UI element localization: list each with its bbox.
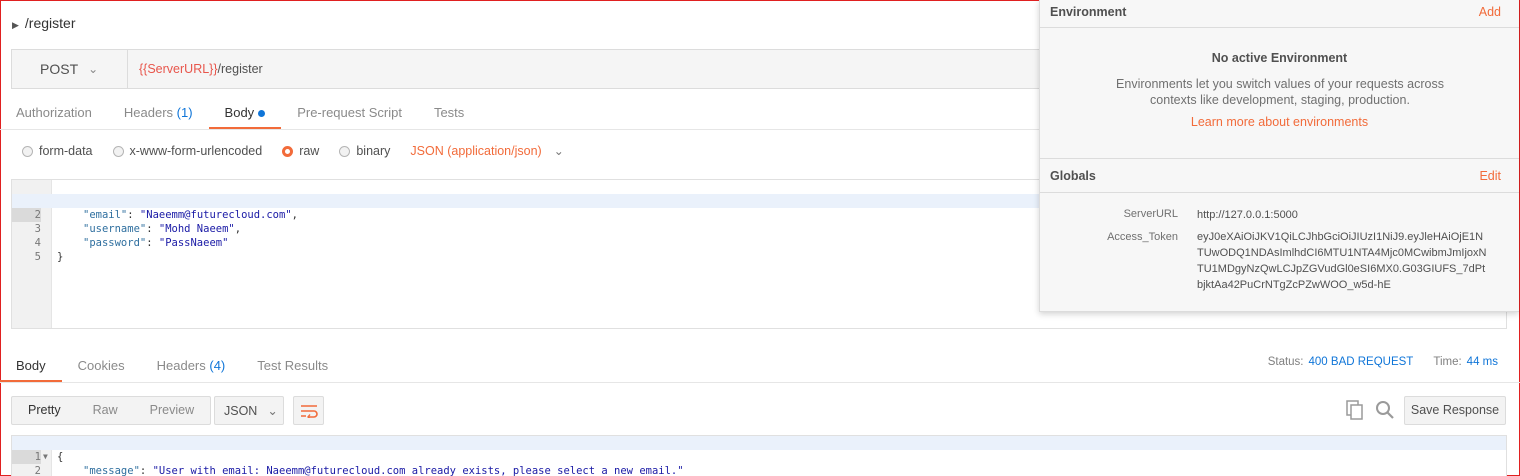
tab-body[interactable]: Body <box>208 100 282 130</box>
tab-label: Headers <box>156 358 206 373</box>
url-bar: POST ⌄ {{ServerURL}}/register <box>11 49 1111 89</box>
line-number: 5 <box>34 251 41 263</box>
global-value: http://127.0.0.1:5000 <box>1197 209 1298 221</box>
code-line: 1▼{ <box>12 436 1506 464</box>
edit-globals-link[interactable]: Edit <box>1479 169 1501 183</box>
response-tabs: Body Cookies Headers (4) Test Results <box>0 351 344 383</box>
environment-panel: Environment Add No active Environment En… <box>1039 0 1519 312</box>
global-key: Access_Token <box>1107 231 1178 243</box>
tab-test-results[interactable]: Test Results <box>241 351 344 383</box>
request-title-text: /register <box>24 15 76 31</box>
wrap-lines-icon <box>300 404 318 418</box>
status-value[interactable]: 400 BAD REQUEST <box>1309 356 1414 368</box>
code-line: 3} <box>12 464 1506 476</box>
chevron-down-icon: ⌄ <box>267 404 278 418</box>
response-view-toggle: Pretty Raw Preview <box>11 396 212 425</box>
radio-label: form-data <box>39 144 93 158</box>
format-label: JSON <box>224 403 258 418</box>
global-value: eyJ0eXAiOiJKV1QiLCJhbGciOiJIUzI1NiJ9.eyJ… <box>1197 231 1487 291</box>
radio-label: raw <box>299 144 320 158</box>
search-icon[interactable] <box>1375 400 1395 420</box>
caret-right-icon[interactable]: ▶ <box>12 20 19 30</box>
tab-label: Test Results <box>257 358 329 373</box>
url-path: /register <box>217 62 263 76</box>
url-input[interactable]: {{ServerURL}}/register <box>139 50 263 88</box>
status-label: Status: <box>1267 356 1304 368</box>
radio-selected-icon <box>282 145 294 157</box>
response-body-viewer[interactable]: 1 ▼{ 2 "message": "User with email: Naeemm… <box>11 435 1507 476</box>
chevron-down-icon: ⌄ <box>88 62 99 76</box>
tab-label: Tests <box>433 105 465 120</box>
tab-response-headers[interactable]: Headers (4) <box>141 351 242 383</box>
response-format-select[interactable]: JSON ⌄ <box>214 396 284 425</box>
globals-header: Globals Edit <box>1040 158 1519 193</box>
radio-label: x-www-form-urlencoded <box>129 144 263 158</box>
view-preview-button[interactable]: Preview <box>134 397 210 424</box>
save-response-button[interactable]: Save Response <box>1404 396 1506 425</box>
environment-description: Environments let you switch values of yo… <box>1116 77 1444 107</box>
tab-tests[interactable]: Tests <box>418 100 480 130</box>
tab-response-body[interactable]: Body <box>0 351 62 383</box>
view-raw-button[interactable]: Raw <box>77 397 134 424</box>
tab-label: Pre-request Script <box>297 105 402 120</box>
chevron-down-icon: ⌄ <box>553 144 564 158</box>
time-label: Time: <box>1433 356 1462 368</box>
code-line: 2 "message": "User with email: Naeemm@fut… <box>12 450 1506 476</box>
time-value[interactable]: 44 ms <box>1467 356 1498 368</box>
tab-pre-request-script[interactable]: Pre-request Script <box>281 100 418 130</box>
radio-circle-icon <box>112 145 124 157</box>
tab-count: (1) <box>176 105 193 120</box>
method-label: POST <box>40 61 79 77</box>
tab-headers[interactable]: Headers (1) <box>108 100 209 130</box>
tab-label: Authorization <box>16 105 92 120</box>
code-text: } <box>57 251 64 263</box>
radio-circle-icon <box>339 145 351 157</box>
view-pretty-button[interactable]: Pretty <box>12 397 77 424</box>
tab-label: Cookies <box>77 358 125 373</box>
request-title[interactable]: ▶ /register <box>12 15 76 31</box>
radio-label: binary <box>356 144 391 158</box>
radio-urlencoded[interactable]: x-www-form-urlencoded <box>112 144 263 158</box>
radio-circle-icon <box>22 145 33 157</box>
body-type-selector: form-data x-www-form-urlencoded raw bina… <box>22 144 564 158</box>
tab-authorization[interactable]: Authorization <box>0 100 108 130</box>
add-environment-link[interactable]: Add <box>1479 5 1501 19</box>
content-type-label: JSON (application/json) <box>410 144 542 158</box>
copy-icon[interactable] <box>1346 400 1364 420</box>
global-key: ServerURL <box>1123 208 1178 220</box>
tabs-divider <box>0 129 1040 130</box>
globals-title: Globals <box>1050 169 1096 183</box>
tab-label: Body <box>16 358 46 373</box>
response-meta: Status: 400 BAD REQUEST Time: 44 ms <box>1268 356 1498 368</box>
radio-raw[interactable]: raw <box>282 144 319 158</box>
tab-label: Body <box>224 105 255 120</box>
learn-more-link[interactable]: Learn more about environments <box>1040 115 1519 129</box>
tab-cookies[interactable]: Cookies <box>62 351 141 383</box>
tab-count: (4) <box>209 358 226 373</box>
environment-header: Environment Add <box>1040 0 1519 28</box>
radio-binary[interactable]: binary <box>339 144 390 158</box>
tab-label: Headers <box>123 105 174 120</box>
response-tabs-divider <box>0 382 1520 383</box>
content-type-select[interactable]: JSON (application/json) ⌄ <box>410 144 563 158</box>
no-environment-heading: No active Environment <box>1211 51 1348 65</box>
url-variable: {{ServerURL}} <box>139 62 218 76</box>
modified-dot-icon <box>258 110 266 118</box>
request-tabs: Authorization Headers (1) Body Pre-reque… <box>0 100 480 130</box>
method-select[interactable]: POST ⌄ <box>12 50 128 88</box>
environment-title: Environment <box>1050 5 1127 19</box>
radio-form-data[interactable]: form-data <box>22 144 93 158</box>
wrap-lines-button[interactable] <box>293 396 324 425</box>
